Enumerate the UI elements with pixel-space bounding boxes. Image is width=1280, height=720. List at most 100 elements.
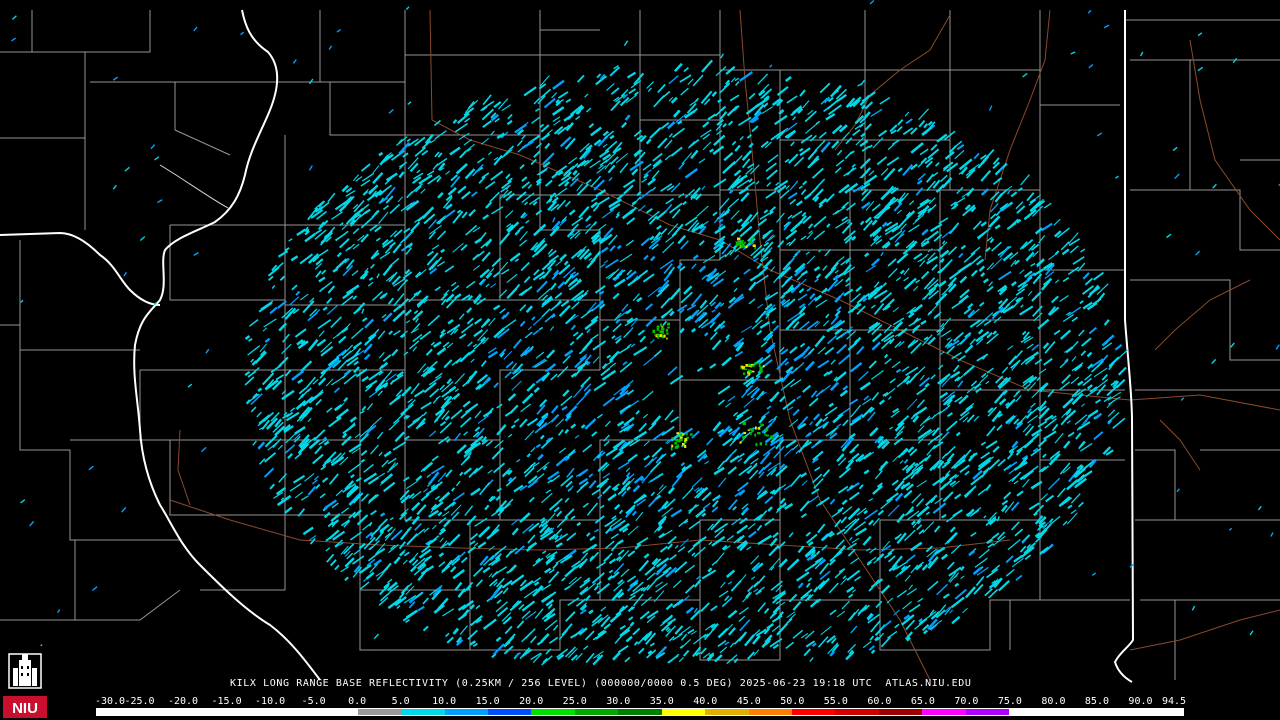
color-scale-cell: [183, 709, 228, 715]
echo-core-cell: [654, 333, 657, 337]
echo-core-cell: [765, 428, 769, 431]
echo-core-cell: [685, 433, 688, 436]
echo-core-cell: [676, 432, 680, 435]
echo-core-cell: [743, 431, 747, 435]
color-scale-cell: [531, 709, 575, 715]
color-scale-label: -15.0: [211, 696, 242, 707]
color-scale-label: 25.0: [562, 696, 587, 707]
echo-core-cell: [742, 422, 746, 426]
color-scale-bar: [96, 708, 1184, 716]
color-scale-cell: [140, 709, 184, 715]
echo-core-cell: [674, 445, 679, 449]
color-scale-label: 20.0: [519, 696, 544, 707]
echo-core-cell: [755, 442, 758, 447]
echo-core-cell: [740, 367, 743, 370]
echo-core-cell: [665, 328, 668, 332]
echo-core-cell: [656, 327, 659, 331]
color-scale-cell: [748, 709, 792, 715]
color-scale-label: 10.0: [432, 696, 457, 707]
echo-core-cell: [742, 372, 746, 375]
color-scale-cell: [705, 709, 749, 715]
echo-core-cell: [754, 362, 757, 365]
color-scale-label: 65.0: [910, 696, 935, 707]
color-scale-cell: [835, 709, 879, 715]
color-scale-label: 50.0: [780, 696, 805, 707]
echo-core-cell: [760, 423, 764, 427]
logo-text: NIU: [12, 700, 38, 717]
echo-core-cell: [765, 443, 767, 446]
echo-core-cell: [735, 241, 739, 243]
echo-core-cell: [666, 337, 668, 340]
color-scale-cell: [792, 709, 836, 715]
echo-core-cell: [744, 241, 746, 245]
color-scale-label: 55.0: [823, 696, 848, 707]
echo-core-cell: [749, 428, 752, 431]
echo-core-cell: [738, 243, 742, 246]
echo-core-cell: [749, 240, 753, 244]
color-scale-label: -30.0: [94, 696, 126, 707]
color-scale-cell: [922, 709, 966, 715]
color-scale-cell: [314, 709, 358, 715]
color-scale-label: 94.5: [1161, 696, 1187, 707]
color-scale-cell: [965, 709, 1010, 715]
echo-core-cell: [754, 247, 756, 250]
echo-core-cell: [667, 326, 670, 329]
echo-core-cell: [743, 368, 748, 371]
echo-core-cell: [745, 245, 748, 249]
color-scale-cell: [97, 709, 141, 715]
echo-core-cell: [758, 426, 761, 430]
echo-core-cell: [747, 363, 751, 366]
echo-core-cell: [748, 372, 751, 376]
color-scale-label: 60.0: [867, 696, 892, 707]
echo-core-cell: [671, 437, 675, 440]
echo-core-cell: [656, 325, 660, 328]
echo-core-cell: [679, 436, 683, 439]
echo-core-cell: [741, 239, 744, 242]
color-scale-label: 45.0: [736, 696, 761, 707]
radar-map: [0, 0, 1280, 720]
niu-tower-logo-icon: NIU: [3, 646, 47, 718]
color-scale-labels: -30.0 -25.0 -20.0 -15.0 -10.0 -5.0 0.0 5.0 10.0 1…: [94, 696, 1196, 708]
echo-core-cell: [758, 363, 761, 367]
color-scale-cell: [878, 709, 923, 715]
echo-core-cell: [686, 436, 689, 439]
echo-core-cell: [770, 435, 774, 439]
echo-core-cell: [759, 442, 763, 446]
echo-core-cell: [754, 433, 757, 437]
color-scale-label: 0.0: [348, 696, 367, 707]
echo-core-cell: [764, 433, 767, 436]
echo-core-cell: [661, 327, 665, 331]
color-scale-label: 5.0: [391, 696, 410, 707]
echo-core-cell: [742, 436, 745, 439]
echo-core-cell: [740, 246, 743, 248]
echo-core-cell: [740, 365, 744, 368]
echo-core-cell: [759, 366, 763, 370]
color-scale-label: 75.0: [997, 696, 1022, 707]
echo-core-cell: [689, 433, 693, 436]
color-scale-cell: [270, 709, 315, 715]
color-scale-cell: [357, 709, 402, 715]
echo-core-cell: [737, 237, 741, 241]
color-scale-cell: [487, 709, 532, 715]
color-scale-cell: [1009, 709, 1053, 715]
color-scale-cell: [618, 709, 662, 715]
echo-core-cell: [682, 433, 685, 436]
color-scale-cell: [227, 709, 271, 715]
color-scale-label: 85.0: [1084, 696, 1109, 707]
color-scale-label: 70.0: [954, 696, 979, 707]
echo-core-cell: [659, 330, 662, 334]
echo-core-cell: [663, 334, 666, 338]
color-scale-label: 90.0: [1128, 696, 1153, 707]
echo-core-cell: [675, 438, 678, 442]
echo-core-cell: [657, 333, 660, 337]
echo-core-cell: [652, 329, 655, 334]
echo-core-cell: [661, 330, 664, 334]
echo-core-cell: [670, 447, 673, 451]
color-scale-label: -5.0: [301, 696, 326, 707]
color-scale-label: -20.0: [167, 696, 199, 707]
echo-core-cell: [762, 365, 765, 368]
echo-core-cell: [751, 238, 755, 240]
color-scale-label: -10.0: [255, 696, 286, 707]
color-scale-label: -25.0: [124, 696, 155, 707]
color-scale-label: 30.0: [606, 696, 631, 707]
